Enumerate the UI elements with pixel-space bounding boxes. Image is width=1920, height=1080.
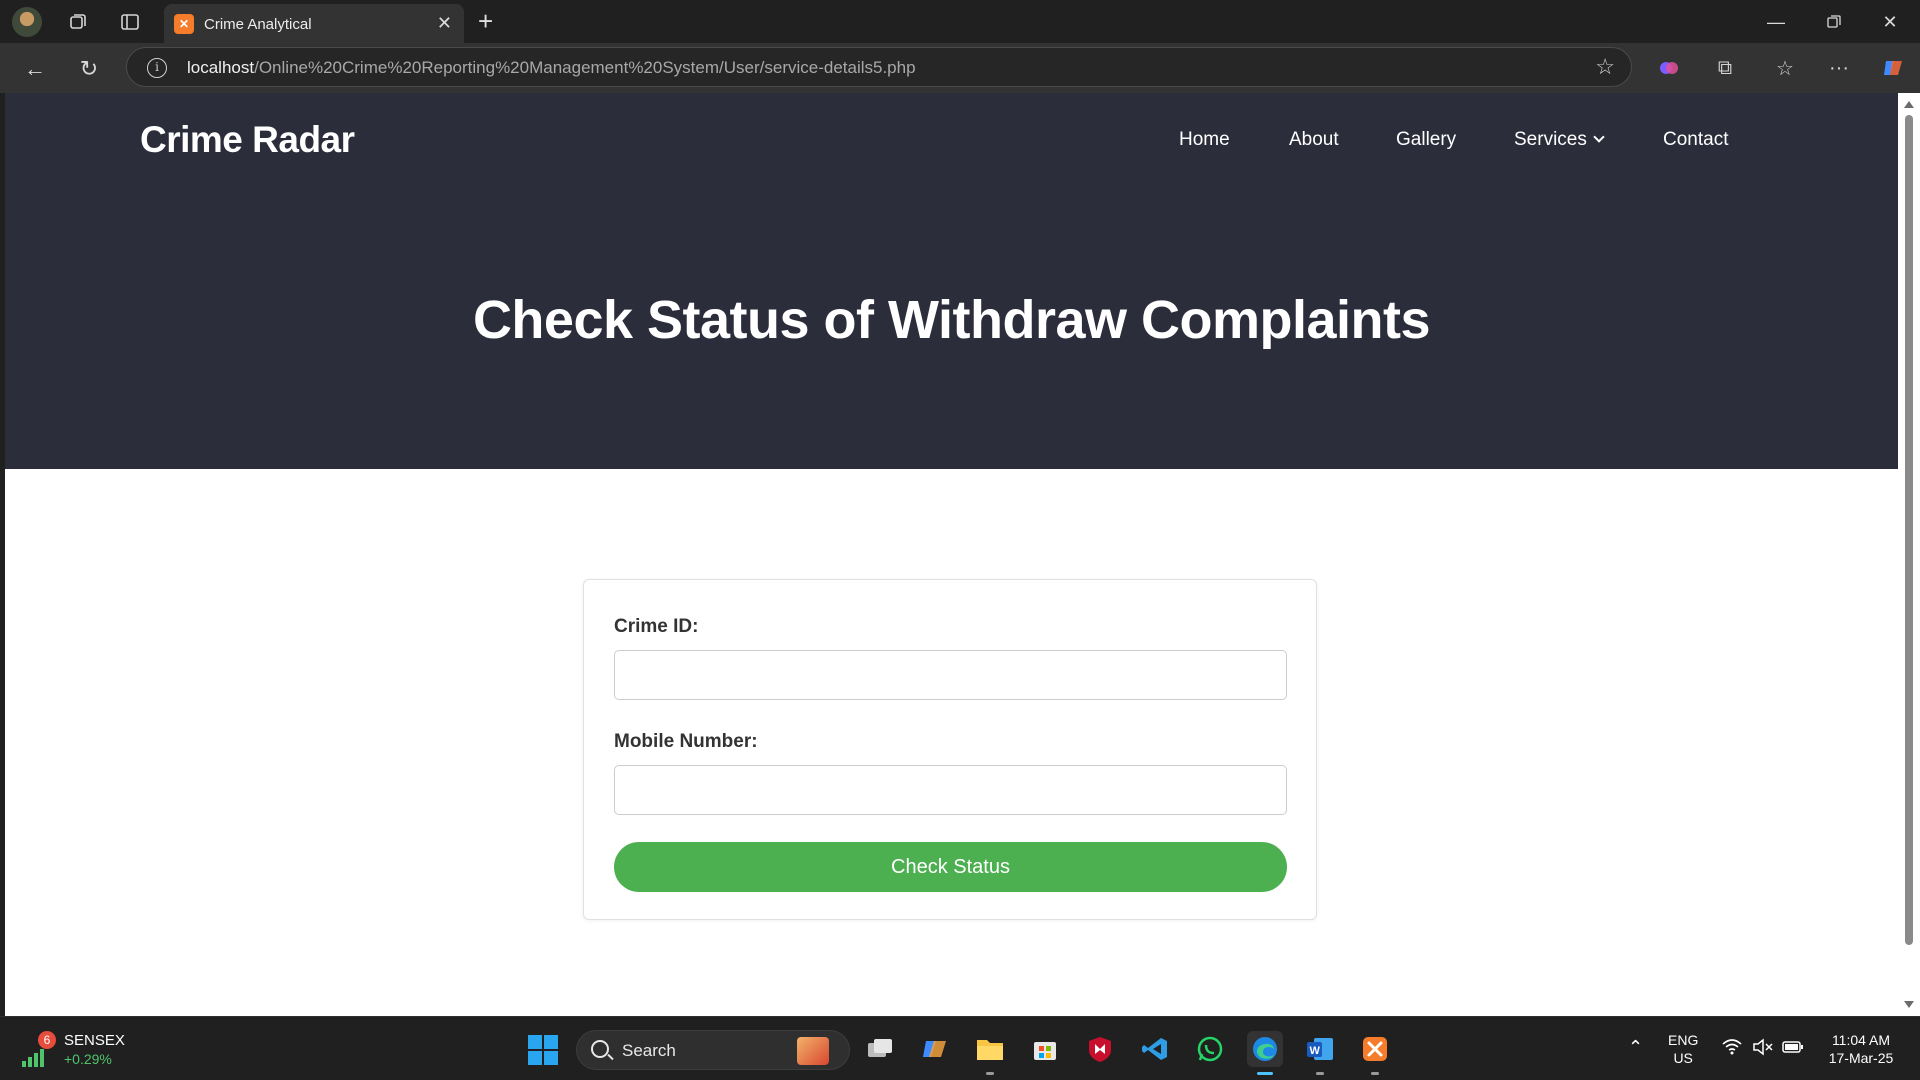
store-icon[interactable] (1027, 1031, 1063, 1067)
file-explorer-icon[interactable] (972, 1031, 1008, 1075)
wifi-icon[interactable] (1722, 1039, 1742, 1060)
search-label: Search (622, 1041, 676, 1060)
mobile-number-label: Mobile Number: (614, 731, 758, 752)
copilot-icon[interactable] (1878, 53, 1908, 83)
search-icon (591, 1040, 609, 1058)
nav-contact[interactable]: Contact (1663, 129, 1728, 151)
task-view-icon[interactable] (862, 1031, 898, 1067)
volume-muted-icon[interactable] (1752, 1038, 1774, 1061)
profile-avatar[interactable] (12, 7, 42, 37)
new-tab-icon[interactable]: + (478, 6, 493, 37)
stock-change: +0.29% (64, 1051, 112, 1067)
running-indicator (986, 1072, 994, 1075)
whatsapp-icon[interactable] (1192, 1031, 1228, 1067)
word-icon[interactable]: W (1302, 1031, 1338, 1075)
favorite-star-icon[interactable]: ☆ (1595, 54, 1615, 80)
minimize-icon[interactable]: — (1762, 8, 1790, 36)
hero-section: Crime Radar Home About Gallery Services … (5, 93, 1898, 469)
extensions-puzzle-icon[interactable]: ⧉ (1710, 53, 1740, 83)
more-options-icon[interactable]: ··· (1824, 53, 1854, 83)
nav-services[interactable]: Services (1514, 129, 1605, 151)
crime-id-input[interactable] (614, 650, 1287, 700)
clock-date: 17-Mar-25 (1828, 1050, 1894, 1066)
nav-services-label: Services (1514, 129, 1587, 150)
stock-widget[interactable]: 6 SENSEX +0.29% (22, 1029, 142, 1069)
status-form-card: Crime ID: Mobile Number: Check Status (583, 579, 1317, 920)
stock-name: SENSEX (64, 1032, 125, 1049)
back-icon[interactable]: ← (20, 54, 50, 84)
language-code: ENG (1668, 1032, 1699, 1048)
workspaces-icon[interactable] (64, 8, 92, 36)
svg-text:W: W (1310, 1045, 1321, 1057)
clock[interactable]: 11:04 AM 17-Mar-25 (1820, 1031, 1902, 1067)
copilot-extension-icon[interactable] (1654, 53, 1684, 83)
restore-icon[interactable] (1820, 8, 1848, 36)
url-text[interactable]: localhost/Online%20Crime%20Reporting%20M… (187, 58, 916, 78)
scroll-up-icon[interactable] (1904, 101, 1914, 108)
chevron-down-icon (1593, 131, 1605, 143)
address-bar[interactable]: i localhost/Online%20Crime%20Reporting%2… (126, 47, 1632, 87)
browser-toolbar: ← ↻ i localhost/Online%20Crime%20Reporti… (0, 43, 1920, 93)
page-title: Check Status of Withdraw Complaints (472, 290, 1431, 350)
clock-time: 11:04 AM (1831, 1032, 1891, 1048)
refresh-icon[interactable]: ↻ (74, 54, 104, 84)
copilot-app-icon[interactable] (917, 1031, 953, 1067)
mobile-number-input[interactable] (614, 765, 1287, 815)
mcafee-icon[interactable] (1082, 1031, 1118, 1067)
notification-badge: 6 (38, 1031, 56, 1049)
site-logo[interactable]: Crime Radar (140, 119, 355, 161)
vscode-icon[interactable] (1137, 1031, 1173, 1067)
browser-titlebar: ✕ Crime Analytical ✕ + — ✕ (0, 0, 1920, 43)
stock-chart-icon (22, 1049, 44, 1067)
nav-about[interactable]: About (1289, 129, 1339, 151)
battery-icon[interactable] (1782, 1039, 1804, 1060)
windows-start-icon[interactable] (528, 1035, 558, 1065)
nav-home[interactable]: Home (1179, 129, 1230, 151)
language-indicator[interactable]: ENG US (1668, 1031, 1698, 1067)
scrollbar-thumb[interactable] (1905, 115, 1913, 945)
crime-id-label: Crime ID: (614, 616, 699, 637)
check-status-button[interactable]: Check Status (614, 842, 1287, 892)
tab-title: Crime Analytical (204, 16, 312, 33)
show-hidden-icons[interactable]: ⌃ (1628, 1037, 1643, 1058)
favorites-icon[interactable]: ☆ (1770, 53, 1800, 83)
close-window-icon[interactable]: ✕ (1876, 8, 1904, 36)
active-indicator (1257, 1072, 1273, 1075)
close-tab-icon[interactable]: ✕ (437, 13, 452, 34)
region-code: US (1673, 1050, 1693, 1066)
xampp-icon[interactable] (1357, 1031, 1393, 1075)
scroll-down-icon[interactable] (1904, 1001, 1914, 1008)
web-page: Crime Radar Home About Gallery Services … (5, 93, 1898, 1016)
running-indicator (1316, 1072, 1324, 1075)
nav-gallery[interactable]: Gallery (1396, 129, 1456, 151)
browser-tab-active[interactable]: ✕ Crime Analytical ✕ (164, 4, 464, 43)
tab-actions-icon[interactable] (116, 8, 144, 36)
edge-icon[interactable] (1247, 1031, 1283, 1075)
page-scrollbar[interactable] (1898, 93, 1920, 1016)
site-info-icon[interactable]: i (147, 58, 167, 78)
windows-taskbar: 6 SENSEX +0.29% Search W ⌃ ENG US 11:04 … (0, 1016, 1920, 1080)
xampp-icon: ✕ (174, 14, 194, 34)
taskbar-search[interactable]: Search (576, 1030, 850, 1070)
running-indicator (1371, 1072, 1379, 1075)
search-highlight-image (797, 1037, 829, 1065)
